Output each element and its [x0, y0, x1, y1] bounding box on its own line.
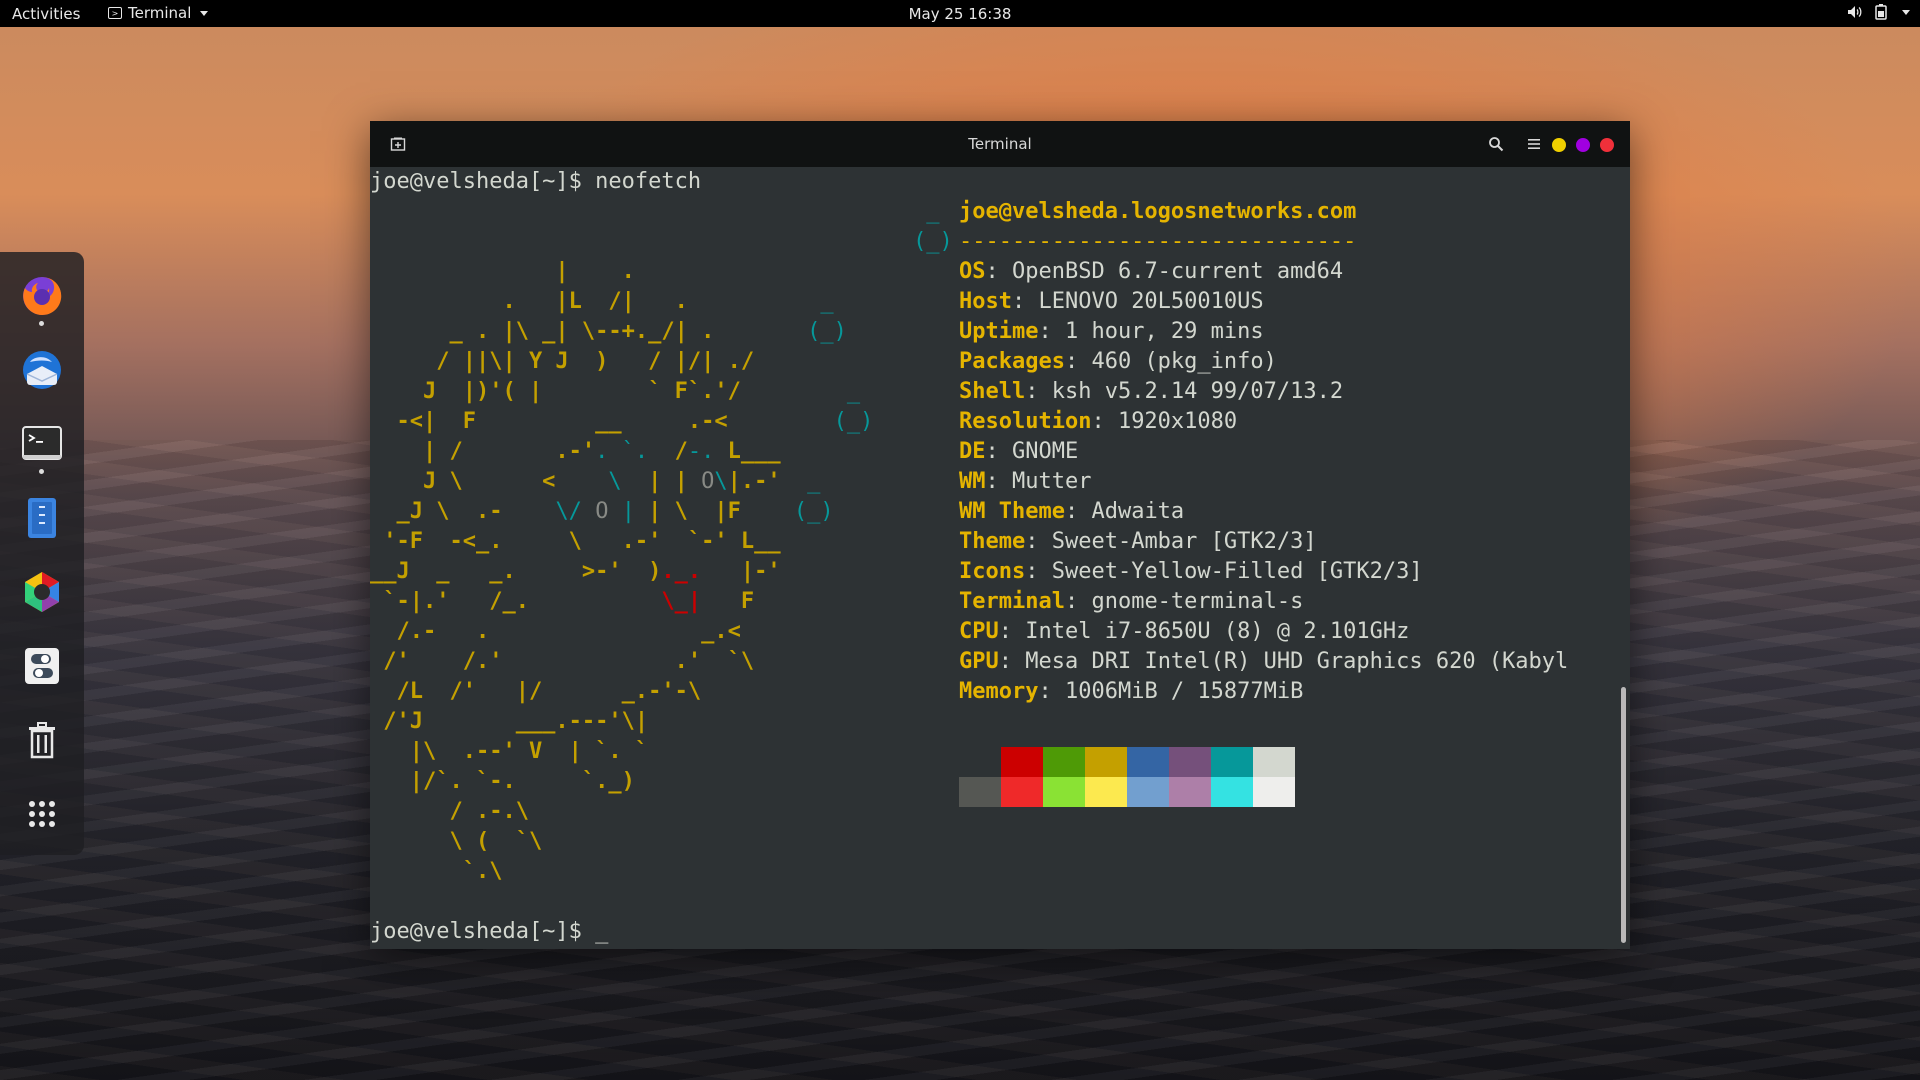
- dock-item-firefox[interactable]: [20, 274, 64, 318]
- palette-swatch-bright-2: [1043, 777, 1085, 807]
- scrollbar-thumb[interactable]: [1621, 687, 1626, 943]
- show-apps-grid-icon: [29, 801, 55, 827]
- palette-swatch-normal-7: [1253, 747, 1295, 777]
- settings-toggle-icon: [25, 648, 59, 684]
- palette-swatch-bright-0: [959, 777, 1001, 807]
- info-row-theme: Theme: Sweet-Ambar [GTK2/3]: [959, 529, 1317, 554]
- activities-button[interactable]: Activities: [12, 5, 80, 23]
- palette-swatch-bright-4: [1127, 777, 1169, 807]
- terminal-window[interactable]: Terminal joe@velsheda[~]$ neofetch _ (_)…: [370, 121, 1630, 949]
- app-menu-label: Terminal: [128, 4, 192, 22]
- palette-swatch-normal-4: [1127, 747, 1169, 777]
- palette-swatch-bright-1: [1001, 777, 1043, 807]
- volume-icon: [1848, 6, 1862, 18]
- palette-swatch-normal-0: [959, 747, 1001, 777]
- clock[interactable]: May 25 16:38: [909, 5, 1012, 23]
- hamburger-menu-icon: [1528, 139, 1540, 149]
- info-row-terminal: Terminal: gnome-terminal-s: [959, 589, 1304, 614]
- dock-item-files[interactable]: [20, 496, 64, 540]
- trash-icon: [29, 722, 55, 759]
- running-indicator: [39, 469, 44, 474]
- new-tab-button[interactable]: [386, 132, 410, 156]
- info-row-host: Host: LENOVO 20L50010US: [959, 289, 1264, 314]
- palette-swatch-bright-6: [1211, 777, 1253, 807]
- thunderbird-icon: [23, 351, 61, 389]
- palette-swatch-normal-6: [1211, 747, 1253, 777]
- dock-item-settings[interactable]: [20, 644, 64, 688]
- dock-item-trash[interactable]: [20, 718, 64, 762]
- files-icon: [28, 498, 56, 538]
- info-row-wm: WM: Mutter: [959, 469, 1092, 494]
- info-row-wm-theme: WM Theme: Adwaita: [959, 499, 1185, 524]
- app-menu[interactable]: > Terminal: [108, 4, 209, 22]
- prompt: joe@velsheda[~]$: [370, 919, 596, 944]
- palette-swatch-normal-3: [1085, 747, 1127, 777]
- close-button[interactable]: [1600, 138, 1614, 152]
- color-palette: [959, 747, 1295, 807]
- palette-swatch-normal-2: [1043, 747, 1085, 777]
- minimize-button[interactable]: [1552, 138, 1566, 152]
- top-bar: Activities > Terminal May 25 16:38: [0, 0, 1920, 27]
- info-row-de: DE: GNOME: [959, 439, 1079, 464]
- firefox-icon: [23, 276, 62, 315]
- dock-item-software[interactable]: [20, 570, 64, 614]
- system-menu-caret-icon: [1902, 9, 1910, 15]
- palette-swatch-normal-5: [1169, 747, 1211, 777]
- info-row-shell: Shell: ksh v5.2.14 99/07/13.2: [959, 379, 1344, 404]
- openbsd-ascii-logo: _ (_) | . . |L /| . _ _ . |\ _| \--+._/|…: [370, 199, 953, 884]
- info-header: joe@velsheda.logosnetworks.com: [959, 199, 1357, 224]
- software-center-icon: [25, 572, 59, 612]
- window-titlebar[interactable]: Terminal: [370, 121, 1630, 167]
- maximize-button[interactable]: [1576, 138, 1590, 152]
- info-separator: ------------------------------: [959, 229, 1357, 254]
- system-info: joe@velsheda.logosnetworks.com ---------…: [959, 197, 1568, 707]
- dock-item-thunderbird[interactable]: [20, 348, 64, 392]
- info-row-packages: Packages: 460 (pkg_info): [959, 349, 1277, 374]
- system-status-area[interactable]: [1847, 4, 1910, 20]
- palette-swatch-bright-5: [1169, 777, 1211, 807]
- dash-dock: [0, 252, 84, 855]
- cursor: _: [595, 919, 609, 944]
- menu-button[interactable]: [1522, 132, 1546, 156]
- dock-item-show-apps[interactable]: [20, 792, 64, 836]
- info-row-memory: Memory: 1006MiB / 15877MiB: [959, 679, 1304, 704]
- palette-swatch-bright-3: [1085, 777, 1127, 807]
- info-row-icons: Icons: Sweet-Yellow-Filled [GTK2/3]: [959, 559, 1423, 584]
- palette-swatch-normal-1: [1001, 747, 1043, 777]
- window-title: Terminal: [968, 135, 1032, 153]
- terminal-content[interactable]: joe@velsheda[~]$ neofetch _ (_) | . . |L…: [370, 167, 1617, 949]
- palette-swatch-bright-7: [1253, 777, 1295, 807]
- info-row-cpu: CPU: Intel i7-8650U (8) @ 2.101GHz: [959, 619, 1410, 644]
- info-row-resolution: Resolution: 1920x1080: [959, 409, 1238, 434]
- info-row-os: OS: OpenBSD 6.7-current amd64: [959, 259, 1344, 284]
- prompt-line: joe@velsheda[~]$ _: [370, 917, 608, 947]
- search-icon: [1489, 137, 1504, 152]
- new-tab-icon: [390, 137, 406, 151]
- terminal-icon: [22, 426, 62, 460]
- battery-icon: [1875, 4, 1887, 20]
- dock-item-terminal[interactable]: [20, 422, 64, 466]
- scrollbar[interactable]: [1617, 167, 1630, 949]
- running-indicator: [39, 321, 44, 326]
- terminal-app-icon: >: [108, 7, 122, 19]
- search-button[interactable]: [1484, 132, 1508, 156]
- info-row-uptime: Uptime: 1 hour, 29 mins: [959, 319, 1264, 344]
- chevron-down-icon: [200, 10, 209, 16]
- info-row-gpu: GPU: Mesa DRI Intel(R) UHD Graphics 620 …: [959, 649, 1569, 674]
